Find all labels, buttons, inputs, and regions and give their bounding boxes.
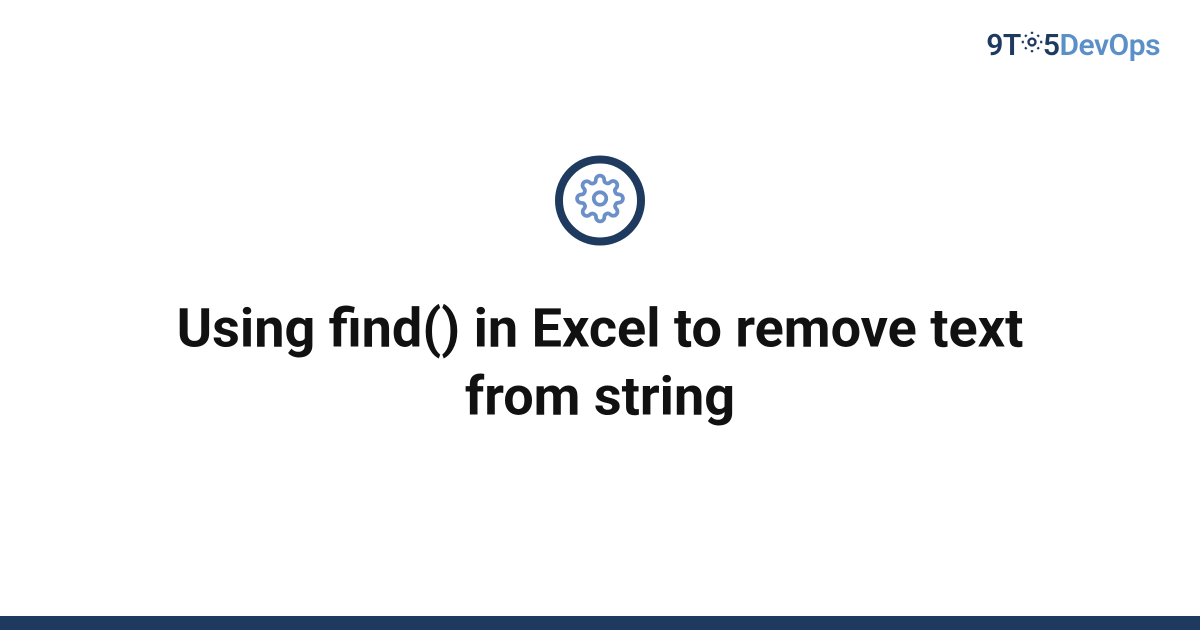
main-content: Using find() in Excel to remove text fro… bbox=[0, 156, 1200, 431]
logo-text-2: 5 bbox=[1043, 28, 1060, 63]
logo-text-1: 9T bbox=[986, 28, 1021, 63]
gear-icon bbox=[575, 174, 625, 228]
logo-text-3: DevOps bbox=[1059, 28, 1160, 63]
footer-accent-bar bbox=[0, 616, 1200, 630]
page-title: Using find() in Excel to remove text fro… bbox=[120, 296, 1080, 431]
logo-gear-icon bbox=[1019, 28, 1045, 63]
site-logo: 9T 5DevOps bbox=[986, 28, 1160, 65]
hero-icon-circle bbox=[555, 156, 645, 246]
